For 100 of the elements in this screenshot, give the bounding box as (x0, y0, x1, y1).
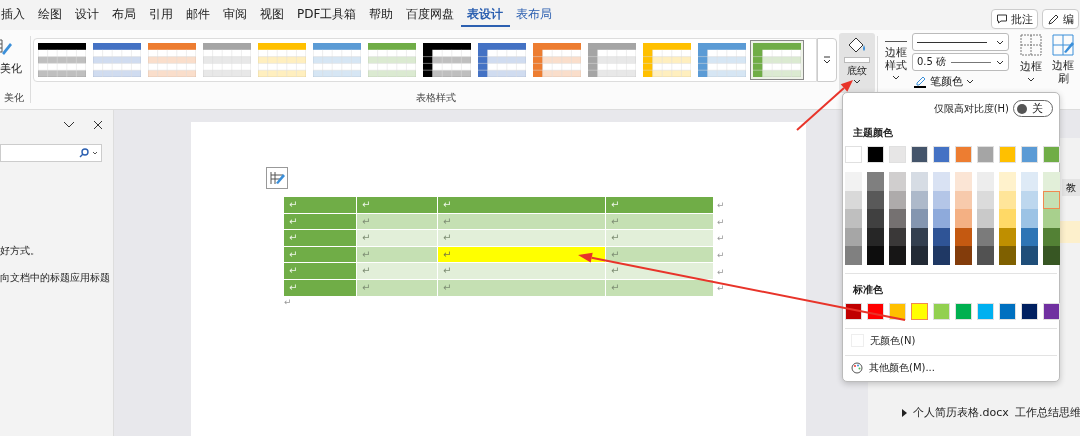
chevron-down-icon (892, 75, 900, 80)
color-swatch[interactable] (977, 246, 994, 265)
no-color-item[interactable]: 无颜色(N) (845, 328, 1057, 352)
edit-button[interactable]: 编 (1042, 9, 1079, 29)
menu-tab[interactable]: 百度网盘 (399, 3, 461, 27)
menu-tab[interactable]: PDF工具箱 (290, 3, 363, 27)
speech-bubble-icon (996, 13, 1008, 25)
shading-button[interactable]: 底纹 (839, 33, 875, 93)
menu-tab[interactable]: 视图 (253, 3, 291, 27)
color-swatch[interactable] (955, 209, 972, 228)
color-swatch[interactable] (889, 172, 906, 191)
color-swatch[interactable] (1043, 172, 1060, 191)
document-tab[interactable]: 个人简历表格.docx (913, 405, 1009, 420)
color-swatch[interactable] (911, 172, 928, 191)
menu-tab[interactable]: 布局 (105, 3, 143, 27)
color-swatch[interactable] (999, 172, 1016, 191)
close-icon[interactable] (93, 120, 103, 130)
table-cell: ↵ (357, 263, 438, 280)
row-end-mark: ↵ (717, 266, 725, 277)
table-cell: ↵ (606, 197, 714, 214)
color-swatch[interactable] (933, 246, 950, 265)
side-label: 教 (1062, 179, 1080, 196)
chevron-down-icon (996, 39, 1004, 45)
color-swatch[interactable] (911, 209, 928, 228)
pen-color-button[interactable]: 笔颜色 (912, 74, 1012, 89)
section-title: 主题颜色 (853, 126, 894, 140)
high-contrast-label: 仅限高对比度(H) (933, 101, 1009, 116)
color-swatch[interactable] (889, 209, 906, 228)
palette-icon (851, 361, 863, 374)
menu-tab[interactable]: 表设计 (460, 3, 510, 27)
table-cell: ↵ (284, 197, 357, 214)
color-swatch[interactable] (867, 209, 884, 228)
border-painter-button[interactable]: 边框刷 (1050, 34, 1076, 85)
chevron-down-icon (92, 151, 98, 155)
color-swatch[interactable] (911, 302, 928, 320)
more-colors-item[interactable]: 其他颜色(M)... (845, 355, 1057, 379)
color-bar (844, 57, 870, 63)
color-swatch[interactable] (977, 172, 994, 191)
table-cell: ↵ (438, 230, 606, 247)
menu-tab[interactable]: 设计 (68, 3, 106, 27)
line-icon (917, 40, 987, 44)
color-swatch[interactable] (1021, 246, 1038, 265)
menu-tab[interactable]: 插入 (0, 3, 32, 27)
notice-bar (1060, 221, 1080, 243)
color-swatch[interactable] (867, 246, 884, 265)
section-title: 标准色 (853, 282, 884, 297)
group-label: 表格样式 (415, 91, 457, 105)
chevron-down-icon (1027, 77, 1035, 82)
color-swatch[interactable] (955, 246, 972, 265)
table-cell: ↵ (284, 263, 357, 280)
chevron-down-icon[interactable] (63, 121, 75, 129)
line-weight-dropdown[interactable]: 0.5 磅 (912, 53, 1009, 71)
color-swatch[interactable] (845, 172, 862, 191)
table-cell: ↵ (606, 263, 714, 280)
comment-button[interactable]: 批注 (991, 9, 1038, 29)
row-end-mark: ↵ (717, 250, 725, 261)
borders-button[interactable]: 边框 (1016, 34, 1046, 82)
search-icon (79, 148, 89, 158)
border-grid-icon (1020, 34, 1042, 56)
color-swatch[interactable] (933, 172, 950, 191)
help-text: 好方式。 (0, 244, 41, 258)
line-style-dropdown[interactable] (912, 33, 1009, 51)
group-label: 美化 (3, 91, 25, 105)
menu-tab[interactable]: 邮件 (179, 3, 217, 27)
color-swatch[interactable] (889, 246, 906, 265)
menu-tab[interactable]: 帮助 (362, 3, 400, 27)
color-swatch[interactable] (911, 246, 928, 265)
table-cell: ↵ (606, 230, 714, 247)
annotation-arrow (796, 80, 853, 131)
chevron-down-icon (853, 79, 861, 84)
gallery-more-button[interactable] (817, 38, 837, 82)
color-swatch[interactable] (999, 209, 1016, 228)
document-tab[interactable]: 工作总结思维 (1014, 405, 1080, 420)
color-swatch[interactable] (977, 209, 994, 228)
color-swatch[interactable] (1043, 246, 1060, 265)
table-cell: ↵ (438, 197, 606, 214)
row-end-mark: ↵ (717, 233, 725, 244)
menu-tab[interactable]: 绘图 (31, 3, 69, 27)
menu-tab[interactable]: 引用 (142, 3, 180, 27)
menu-tab[interactable]: 表布局 (509, 3, 559, 27)
border-style-button[interactable]: 边框样式 (880, 40, 912, 80)
color-swatch[interactable] (1043, 209, 1060, 228)
grid-brush-icon (1052, 34, 1074, 56)
pen-icon (914, 75, 927, 88)
color-swatch[interactable] (1021, 209, 1038, 228)
color-swatch[interactable] (845, 246, 862, 265)
search-field[interactable] (0, 144, 102, 162)
color-swatch[interactable] (999, 246, 1016, 265)
color-swatch[interactable] (867, 172, 884, 191)
color-swatch[interactable] (933, 209, 950, 228)
table-cell: ↵ (357, 197, 438, 214)
menu-tab[interactable]: 审阅 (216, 3, 254, 27)
chevron-down-icon (996, 59, 1004, 65)
color-swatch[interactable] (845, 209, 862, 228)
table-cell: ↵ (357, 230, 438, 247)
help-text: 向文档中的标题应用标题 (0, 271, 111, 285)
table-handle-icon[interactable] (266, 167, 288, 189)
color-swatch[interactable] (955, 172, 972, 191)
color-swatch[interactable] (1021, 172, 1038, 191)
beautify-button[interactable]: 美化 (0, 37, 28, 76)
